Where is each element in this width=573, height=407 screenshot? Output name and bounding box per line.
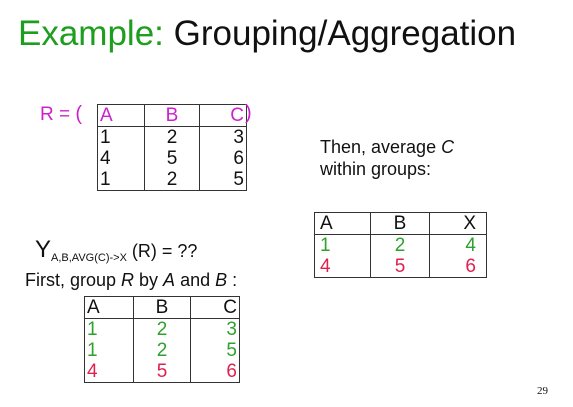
table-cell: 5: [144, 148, 200, 169]
table-row: 1 2 3: [84, 318, 240, 340]
table-cell: 2: [133, 340, 191, 361]
table-row: 4 5 6: [314, 256, 487, 278]
table-cell: 6: [190, 361, 240, 383]
then-line-1-prefix: Then, average: [320, 137, 442, 157]
table-cell: 2: [133, 318, 191, 340]
table-cell: 4: [97, 148, 145, 169]
gamma-rest: (R) = ??: [126, 241, 198, 261]
slide-title: Example: Grouping/Aggregation: [18, 12, 516, 56]
title-main: Grouping/Aggregation: [173, 14, 517, 53]
r-open-paren: (: [75, 103, 83, 125]
table-cell: 1: [97, 126, 145, 148]
r-equals: R =: [40, 104, 71, 125]
header-cell: B: [144, 104, 200, 127]
group-var-r: R: [121, 270, 135, 290]
table-header-row: A B C: [84, 296, 240, 319]
group-var-b: B: [215, 270, 228, 290]
table-cell: 1: [84, 318, 134, 340]
then-line-2: within groups:: [320, 159, 432, 179]
gamma-expression: YA,B,AVG(C)->X (R) = ??: [35, 236, 197, 264]
group-and: and: [175, 270, 216, 290]
header-cell: B: [133, 296, 191, 319]
group-var-a: A: [163, 270, 176, 290]
header-cell: A: [97, 104, 145, 127]
table-cell: 3: [190, 318, 240, 340]
header-cell: C: [199, 104, 247, 127]
table-row: 1 2 5: [97, 169, 247, 191]
table-cell: 1: [314, 234, 371, 256]
then-line-1: Then, average C: [320, 136, 454, 158]
header-cell: B: [370, 212, 430, 235]
relation-r-label: R = (: [40, 103, 82, 126]
header-cell: A: [314, 212, 371, 235]
relation-r-table: A B C 1 2 3 4 5 6 1 2 5: [97, 104, 247, 191]
gamma-symbol: Y: [35, 236, 52, 263]
table-cell: 1: [97, 169, 145, 191]
then-line-1-var: C: [441, 137, 455, 157]
group-suffix: :: [227, 270, 238, 290]
group-instruction-text: First, group R by A and B :: [25, 270, 237, 291]
header-cell: A: [84, 296, 134, 319]
group-prefix: First, group: [25, 270, 122, 290]
result-table: A B X 1 2 4 4 5 6: [314, 212, 487, 278]
table-cell: 4: [84, 361, 134, 383]
table-row: 1 2 5: [84, 340, 240, 361]
table-cell: 5: [133, 361, 191, 383]
r-close-paren: ): [245, 102, 252, 124]
table-cell: 3: [199, 126, 247, 148]
table-cell: 6: [199, 148, 247, 169]
table-cell: 5: [370, 256, 430, 278]
header-cell: X: [429, 212, 487, 235]
table-header-row: A B X: [314, 212, 487, 235]
table-row: 4 5 6: [84, 361, 240, 383]
table-cell: 5: [199, 169, 247, 191]
grouped-table: A B C 1 2 3 1 2 5 4 5 6: [84, 296, 240, 383]
table-row: 1 2 3: [97, 126, 247, 148]
table-cell: 1: [84, 340, 134, 361]
title-prefix: Example:: [18, 14, 164, 53]
table-header-row: A B C: [97, 104, 247, 127]
header-cell: C: [190, 296, 240, 319]
table-cell: 4: [314, 256, 371, 278]
table-row: 1 2 4: [314, 234, 487, 256]
table-cell: 6: [429, 256, 487, 278]
table-cell: 2: [370, 234, 430, 256]
gamma-subscript: A,B,AVG(C)->X: [51, 252, 127, 264]
page-number: 29: [537, 385, 548, 397]
table-cell: 4: [429, 234, 487, 256]
table-cell: 2: [144, 126, 200, 148]
table-cell: 2: [144, 169, 200, 191]
group-by: by: [134, 270, 164, 290]
then-average-text: Then, average C within groups:: [320, 136, 454, 180]
table-cell: 5: [190, 340, 240, 361]
table-row: 4 5 6: [97, 148, 247, 169]
